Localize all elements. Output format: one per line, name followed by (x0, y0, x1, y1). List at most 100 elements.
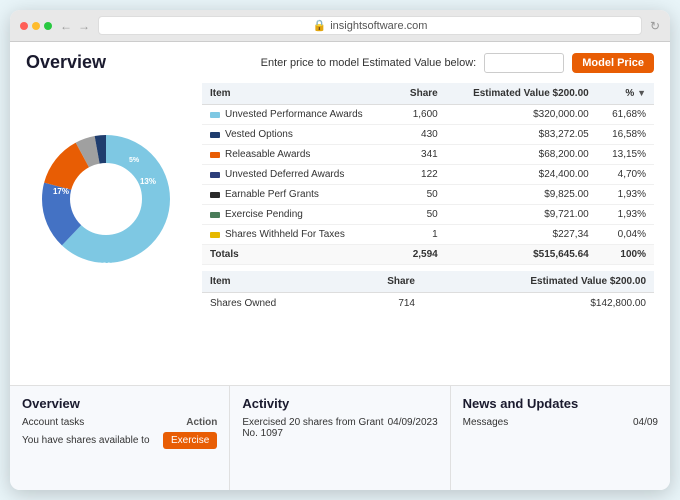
overview-row-text: You have shares available to (22, 435, 150, 446)
pct-cell: 16,58% (597, 125, 654, 145)
col-value-header: Estimated Value $200.00 (446, 83, 597, 105)
value-cell: $68,200.00 (446, 145, 597, 165)
overview-panel-header: Account tasks Action (22, 417, 217, 428)
url-text: insightsoftware.com (330, 20, 427, 32)
pct-cell: 1,93% (597, 185, 654, 205)
activity-panel: Activity Exercised 20 shares from Grant … (230, 386, 450, 490)
table-row: Shares Withheld For Taxes 1 $227,34 0,04… (202, 225, 654, 245)
shares-share-cell: 714 (346, 293, 423, 315)
model-price-input[interactable] (484, 53, 564, 73)
bottom-panels: Overview Account tasks Action You have s… (10, 385, 670, 490)
share-cell: 1 (395, 225, 445, 245)
legend-color (210, 172, 220, 178)
account-tasks-label: Account tasks (22, 417, 84, 428)
action-label: Action (186, 417, 217, 428)
total-pct-cell: 100% (597, 245, 654, 265)
address-bar[interactable]: 🔒 insightsoftware.com (98, 16, 642, 35)
legend-color (210, 212, 220, 218)
legend-color (210, 112, 220, 118)
model-price-section: Enter price to model Estimated Value bel… (261, 53, 654, 73)
forward-icon[interactable]: → (78, 19, 90, 33)
total-share-cell: 2,594 (395, 245, 445, 265)
nav-icons: ← → (60, 19, 90, 33)
item-cell: Unvested Performance Awards (202, 105, 395, 125)
shares-col-item: Item (202, 271, 346, 293)
item-cell: Unvested Deferred Awards (202, 165, 395, 185)
maximize-button[interactable] (44, 22, 52, 30)
table-row: Exercise Pending 50 $9,721.00 1,93% (202, 205, 654, 225)
main-table: Item Share Estimated Value $200.00 % ▼ U… (202, 83, 654, 265)
sort-arrow[interactable]: ▼ (637, 88, 646, 98)
shares-col-share: Share (346, 271, 423, 293)
exercise-button[interactable]: Exercise (163, 432, 217, 449)
activity-panel-title: Activity (242, 396, 437, 411)
shares-owned-table: Item Share Estimated Value $200.00 Share… (202, 271, 654, 314)
legend-color (210, 152, 220, 158)
overview-panel: Overview Account tasks Action You have s… (10, 386, 230, 490)
legend-color (210, 192, 220, 198)
main-content: Overview Enter price to model Estimated … (10, 42, 670, 385)
pct-cell: 13,15% (597, 145, 654, 165)
shares-owned-row: Shares Owned 714 $142,800.00 (202, 293, 654, 315)
browser-window: ← → 🔒 insightsoftware.com ↻ Overview Ent… (10, 10, 670, 490)
legend-color (210, 132, 220, 138)
share-cell: 50 (395, 185, 445, 205)
svg-text:62%: 62% (97, 261, 115, 271)
upper-section: 62% 62% 17% 13% 5% Item Share (26, 83, 654, 314)
chart-container: 62% 62% 17% 13% 5% (26, 83, 186, 314)
activity-text: Exercised 20 shares from Grant No. 1097 (242, 417, 387, 439)
table-row: Releasable Awards 341 $68,200.00 13,15% (202, 145, 654, 165)
overview-panel-title: Overview (22, 396, 217, 411)
back-icon[interactable]: ← (60, 19, 72, 33)
item-cell: Earnable Perf Grants (202, 185, 395, 205)
table-row: Earnable Perf Grants 50 $9,825.00 1,93% (202, 185, 654, 205)
svg-text:13%: 13% (140, 177, 156, 186)
browser-chrome: ← → 🔒 insightsoftware.com ↻ (10, 10, 670, 42)
pct-cell: 4,70% (597, 165, 654, 185)
item-cell: Releasable Awards (202, 145, 395, 165)
share-cell: 50 (395, 205, 445, 225)
svg-text:17%: 17% (53, 187, 69, 196)
lock-icon: 🔒 (313, 19, 327, 32)
shares-col-value: Estimated Value $200.00 (423, 271, 654, 293)
model-price-button[interactable]: Model Price (572, 53, 654, 73)
value-cell: $83,272.05 (446, 125, 597, 145)
share-cell: 122 (395, 165, 445, 185)
activity-date: 04/09/2023 (388, 417, 438, 439)
overview-panel-row: You have shares available to Exercise (22, 432, 217, 449)
news-row: Messages 04/09 (463, 417, 658, 428)
table-section: Item Share Estimated Value $200.00 % ▼ U… (202, 83, 654, 314)
activity-row: Exercised 20 shares from Grant No. 1097 … (242, 417, 437, 439)
item-cell: Vested Options (202, 125, 395, 145)
item-cell: Shares Withheld For Taxes (202, 225, 395, 245)
share-cell: 430 (395, 125, 445, 145)
item-cell: Exercise Pending (202, 205, 395, 225)
window-controls (20, 22, 52, 30)
shares-item-cell: Shares Owned (202, 293, 346, 315)
total-item-cell: Totals (202, 245, 395, 265)
value-cell: $227,34 (446, 225, 597, 245)
table-row: Vested Options 430 $83,272.05 16,58% (202, 125, 654, 145)
total-row: Totals 2,594 $515,645.64 100% (202, 245, 654, 265)
page-title: Overview (26, 52, 106, 73)
news-panel-title: News and Updates (463, 396, 658, 411)
pct-cell: 1,93% (597, 205, 654, 225)
pct-cell: 0,04% (597, 225, 654, 245)
share-cell: 341 (395, 145, 445, 165)
share-cell: 1,600 (395, 105, 445, 125)
col-item-header: Item (202, 83, 395, 105)
news-date: 04/09 (633, 417, 658, 428)
news-panel: News and Updates Messages 04/09 (451, 386, 670, 490)
second-table-section: Item Share Estimated Value $200.00 Share… (202, 271, 654, 314)
value-cell: $9,721.00 (446, 205, 597, 225)
legend-color (210, 232, 220, 238)
model-price-label: Enter price to model Estimated Value bel… (261, 57, 477, 69)
content-area: Overview Enter price to model Estimated … (10, 42, 670, 490)
value-cell: $320,000.00 (446, 105, 597, 125)
news-label: Messages (463, 417, 509, 428)
refresh-icon[interactable]: ↻ (650, 19, 660, 33)
close-button[interactable] (20, 22, 28, 30)
pct-cell: 61,68% (597, 105, 654, 125)
minimize-button[interactable] (32, 22, 40, 30)
col-pct-header: % ▼ (597, 83, 654, 105)
